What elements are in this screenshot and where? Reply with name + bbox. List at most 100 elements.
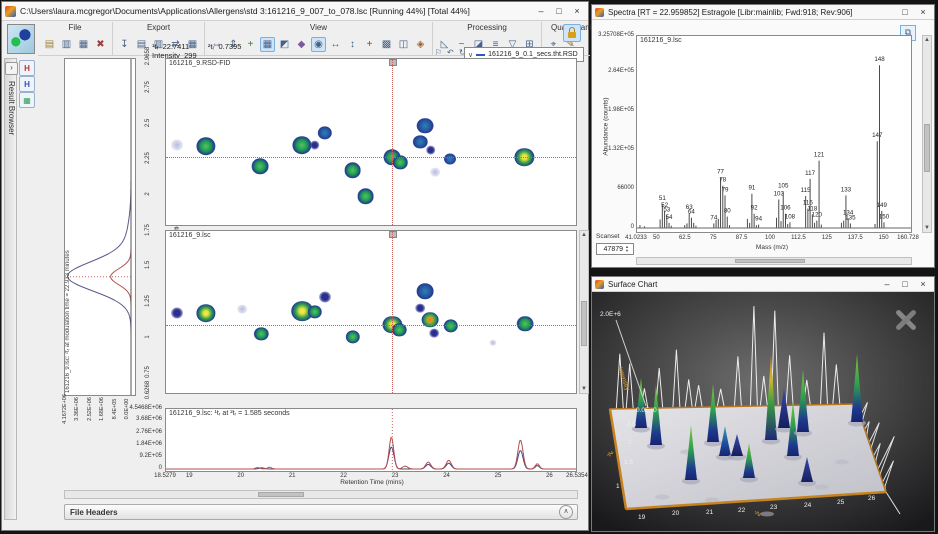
result-browser-panel[interactable]: › Result Browser (4, 58, 17, 520)
chromatogram-2d-rsd-fid[interactable]: 161216_9.RSD-FID (165, 58, 577, 226)
spectrum-plot-area[interactable]: 161216_9.lsc 515253546364747778798091929… (636, 35, 912, 233)
zoom-chart-icon[interactable]: ◩ (277, 37, 292, 52)
tick-label: 87.5 (726, 235, 758, 241)
spinner-arrows-icon[interactable]: ▲▼ (625, 245, 633, 253)
peak-blob[interactable] (317, 126, 331, 139)
svg-text:21: 21 (706, 509, 714, 516)
open-file-icon[interactable]: ▤ (42, 37, 57, 52)
expand-h-icon[interactable]: ↔ (328, 37, 343, 52)
maximize-button[interactable]: □ (551, 5, 567, 18)
crosshair-icon[interactable]: + (362, 37, 377, 52)
peak-blob[interactable] (252, 159, 269, 174)
horizontal-scroll-thumb[interactable] (258, 492, 304, 497)
peak-blob[interactable] (415, 304, 425, 313)
export-data-icon[interactable]: ↧ (117, 37, 132, 52)
peak-blob[interactable] (171, 307, 183, 318)
surface-minimize-button[interactable]: – (879, 279, 895, 290)
modulation-profile-plot[interactable]: 161216_9.lsc: ²tᵣ at modulation time = 2… (64, 58, 136, 396)
peak-blob[interactable] (171, 140, 183, 151)
main-window: C:\Users\laura.mcgregor\Documents\Applic… (1, 1, 589, 531)
save-as-icon[interactable]: ▦ (76, 37, 91, 52)
peak-blob[interactable] (444, 154, 456, 165)
close-button[interactable]: × (569, 5, 585, 18)
close-file-icon[interactable]: ✖ (93, 37, 108, 52)
magnifier-icon[interactable]: ◉ (311, 37, 326, 52)
surface-chart-window: Surface Chart – □ × 2.0E+60.0E+0Intensit… (591, 276, 935, 532)
scroll-down-icon[interactable]: ▼ (580, 386, 588, 392)
peak-blob[interactable] (196, 304, 215, 322)
spectra-scroll-up-icon[interactable]: ▲ (923, 37, 931, 43)
chromatogram-2d-lsc[interactable]: 161216_9.lsc (165, 230, 577, 394)
tab-processing[interactable]: Processing (436, 22, 538, 32)
peak-blob[interactable] (254, 327, 268, 340)
peak-blob[interactable] (429, 328, 439, 337)
flag-marker-icon[interactable]: ⚐ (435, 48, 445, 58)
spectra-hscroll-thumb[interactable] (735, 259, 805, 263)
palette-icon[interactable]: ◈ (413, 37, 428, 52)
svg-text:149: 149 (877, 202, 888, 209)
peak-blob[interactable] (345, 330, 359, 343)
surface-close-button[interactable]: × (915, 279, 931, 290)
modulation-profile-chart (65, 59, 135, 395)
spectra-close-button[interactable]: × (915, 7, 931, 18)
window-title: C:\Users\laura.mcgregor\Documents\Applic… (20, 6, 531, 16)
peak-blob[interactable] (237, 304, 247, 313)
expand-v-icon[interactable]: ↕ (345, 37, 360, 52)
peak-blob[interactable] (426, 146, 436, 155)
main-titlebar[interactable]: C:\Users\laura.mcgregor\Documents\Applic… (2, 2, 588, 21)
tick-label: 112.5 (782, 235, 814, 241)
spectra-vertical-scrollbar[interactable]: ▲ ▼ (922, 35, 932, 233)
fid-view-button[interactable]: H (19, 76, 35, 92)
bottom-plot-label: 161216_9.lsc: ¹tᵣ at ²tᵣ = 1.585 seconds (169, 410, 290, 417)
tick-label: 1.25 (145, 289, 151, 313)
tick-label: 66000 (592, 185, 634, 191)
peak-blob[interactable] (417, 284, 434, 299)
surface-titlebar[interactable]: Surface Chart – □ × (592, 277, 934, 292)
collapse-chevron-icon[interactable]: ∧ (559, 505, 573, 519)
undo-icon[interactable]: ↶ (447, 48, 457, 58)
peak-blob[interactable] (196, 138, 215, 156)
compare-view-button[interactable]: ▦ (19, 92, 35, 108)
file-headers-bar[interactable]: File Headers ∧ (64, 504, 578, 520)
grid-icon[interactable]: ▩ (379, 37, 394, 52)
peak-blob[interactable] (310, 141, 320, 150)
peak-blob[interactable] (308, 305, 322, 318)
peak-blob[interactable] (357, 188, 374, 203)
vertical-scroll-thumb[interactable] (581, 301, 587, 346)
tab-view[interactable]: View (208, 22, 429, 32)
peak-blob[interactable] (319, 292, 331, 303)
move-icon[interactable]: + (243, 37, 258, 52)
crosshair-marker-icon[interactable] (389, 59, 397, 66)
surface-maximize-button[interactable]: □ (897, 279, 913, 290)
chromatogram-1d-plot[interactable]: 161216_9.lsc: ¹tᵣ at ²tᵣ = 1.585 seconds (165, 408, 577, 472)
spectra-maximize-button[interactable]: □ (897, 7, 913, 18)
tick-label: 20 (225, 473, 257, 479)
spectra-horizontal-scrollbar[interactable] (636, 257, 912, 265)
expand-sidebar-button[interactable]: › (5, 62, 18, 75)
layers-icon[interactable]: ◫ (396, 37, 411, 52)
zoom-box-icon[interactable]: ▦ (260, 37, 275, 52)
lock-icon[interactable] (563, 24, 581, 42)
horizontal-scrollbar[interactable] (64, 490, 578, 499)
peak-blob[interactable] (293, 137, 312, 155)
save-icon[interactable]: ▥ (59, 37, 74, 52)
peak-blob[interactable] (430, 168, 440, 177)
spectra-scroll-down-icon[interactable]: ▼ (923, 225, 931, 231)
scroll-up-icon[interactable]: ▲ (580, 232, 588, 238)
tab-file[interactable]: File (41, 22, 109, 32)
peak-blob[interactable] (413, 135, 427, 148)
cursor-icon[interactable]: ◆ (294, 37, 309, 52)
spectra-titlebar[interactable]: Spectra [RT = 22.959852] Estragole [Libr… (592, 5, 934, 20)
minimize-button[interactable]: – (533, 5, 549, 18)
peak-blob[interactable] (417, 118, 434, 133)
peak-blob[interactable] (489, 339, 496, 346)
spectra-vscroll-thumb[interactable] (924, 124, 930, 172)
peak-blob[interactable] (344, 163, 361, 178)
app-launcher-icon[interactable] (7, 24, 35, 54)
scanset-spinner[interactable]: 47879 ▲▼ (596, 243, 634, 255)
surface-3d-chart[interactable]: 2.0E+60.0E+0Intensity2.521.51²tᵣ19202122… (592, 292, 934, 531)
rsd-view-button[interactable]: H (19, 60, 35, 76)
crosshair-marker-icon[interactable] (389, 231, 397, 238)
tab-export[interactable]: Export (116, 22, 201, 32)
panel-vertical-scrollbar[interactable]: ▲ ▼ (579, 230, 589, 394)
